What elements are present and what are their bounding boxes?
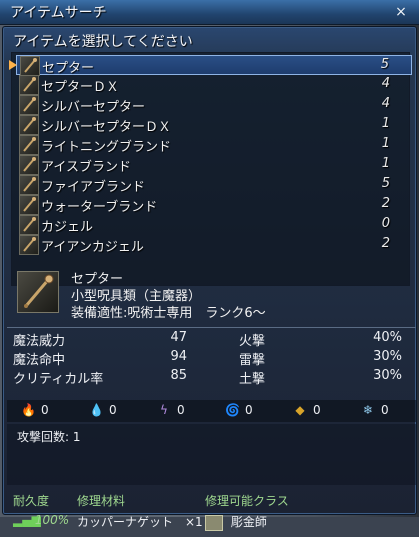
durability-percent: 100%: [34, 513, 70, 527]
item-name: カジェル: [41, 220, 94, 235]
durability-value: ▂▄▆ 100%: [13, 513, 69, 527]
weapon-icon: [19, 115, 39, 135]
divider: [7, 327, 416, 328]
window-titlebar[interactable]: アイテムサーチ ×: [0, 0, 419, 25]
class-name: 彫金師: [230, 515, 267, 529]
class-header: 修理可能クラス: [205, 494, 289, 508]
list-item[interactable]: アイスブランド 1: [16, 155, 412, 175]
weapon-icon: [19, 215, 39, 235]
resistance-value: 0: [177, 403, 185, 417]
item-quantity: 2: [381, 236, 390, 251]
fire-icon: 🔥: [21, 403, 36, 417]
stat-value: 30%: [373, 349, 402, 364]
stat-label: 魔法命中: [13, 353, 66, 368]
list-item[interactable]: アイアンカジェル 2: [16, 235, 412, 255]
resistance-item: 🌀 0: [225, 403, 253, 417]
list-item[interactable]: セプター 5: [9, 55, 412, 76]
stat-value: 30%: [373, 368, 402, 383]
list-item[interactable]: シルバーセプターＤＸ 1: [16, 115, 412, 135]
item-name: ウォーターブランド: [41, 200, 158, 215]
resistance-item: 💧 0: [89, 403, 117, 417]
resistance-item: ϟ0: [157, 403, 185, 417]
item-name: ライトニングブランド: [41, 140, 172, 155]
weapon-icon: [19, 175, 39, 195]
weapon-icon: [20, 56, 40, 76]
item-quantity: 5: [380, 57, 389, 72]
ice-icon: ❄: [362, 403, 374, 417]
signal-bars-icon: ▂▄▆: [13, 513, 41, 527]
material-value: カッパーナゲット ×1: [77, 515, 203, 529]
item-quantity: 5: [381, 176, 390, 191]
attack-count: 攻撃回数: 1: [17, 430, 81, 444]
durability-header: 耐久度: [13, 494, 50, 508]
material-header: 修理材料: [77, 494, 126, 508]
list-item[interactable]: セプターＤＸ 4: [16, 75, 412, 95]
list-item[interactable]: ウォーターブランド 2: [16, 195, 412, 215]
resistance-value: 0: [41, 403, 49, 417]
item-name: ファイアブランド: [41, 180, 146, 195]
item-quantity: 2: [381, 196, 390, 211]
item-quantity: 4: [381, 76, 390, 91]
weapon-icon: [19, 95, 39, 115]
resistance-item: ◆ 0: [293, 403, 321, 417]
list-item[interactable]: カジェル 0: [16, 215, 412, 235]
item-name: セプター: [42, 61, 95, 76]
earth-icon: ◆: [295, 403, 305, 417]
stat-label: 火撃: [239, 334, 266, 349]
list-item[interactable]: シルバーセプター 4: [16, 95, 412, 115]
stat-value: 85: [170, 368, 187, 383]
item-name: セプターＤＸ: [41, 80, 120, 95]
stat-label: 魔法威力: [13, 334, 66, 349]
close-icon[interactable]: ×: [391, 2, 411, 22]
resistance-item: 🔥 0: [21, 403, 49, 417]
weapon-icon: [19, 195, 39, 215]
item-quantity: 1: [381, 156, 390, 171]
item-detail: セプター 小型呪具類（主魔器） 装備適性:呪術士専用 ランク6～: [11, 268, 408, 323]
resistance-value: 0: [313, 403, 321, 417]
item-quantity: 0: [381, 216, 390, 231]
stat-label: 土撃: [239, 372, 266, 387]
item-name: シルバーセプター: [41, 100, 146, 115]
item-name: シルバーセプターＤＸ: [41, 120, 172, 135]
item-search-window: アイテムを選択してください セプター 5 セプターＤＸ 4 シルバーセプター 4 シルバーセ…: [2, 26, 417, 531]
detail-item-equip: 装備適性:呪術士専用 ランク6～: [71, 306, 266, 321]
class-value: 彫金師: [205, 513, 267, 531]
stat-label: 雷撃: [239, 353, 266, 368]
item-name: アイスブランド: [41, 160, 131, 175]
item-quantity: 1: [381, 116, 390, 131]
lightning-icon: ϟ: [160, 403, 168, 417]
scepter-icon: [17, 271, 59, 313]
resistance-bar: 🔥 0 💧 0 ϟ 0 🌀 0 ◆ 0 ❄ 0: [7, 400, 416, 422]
weapon-icon: [19, 155, 39, 175]
stat-value: 94: [170, 349, 187, 364]
item-quantity: 4: [381, 96, 390, 111]
weapon-icon: [19, 135, 39, 155]
select-prompt: アイテムを選択してください: [13, 34, 193, 50]
wind-icon: 🌀: [225, 403, 240, 417]
list-item[interactable]: ファイアブランド 5: [16, 175, 412, 195]
resistance-item: ❄ 0: [361, 403, 389, 417]
window-title: アイテムサーチ: [10, 5, 107, 21]
item-list: セプター 5 セプターＤＸ 4 シルバーセプター 4 シルバーセプターＤＸ 1 ライトニングブラ…: [9, 52, 412, 286]
item-quantity: 1: [381, 136, 390, 151]
resistance-value: 0: [381, 403, 389, 417]
stats-panel: 魔法威力 47 魔法命中 94 クリティカル率 85 火撃 40% 雷撃 30%…: [7, 327, 416, 389]
list-item[interactable]: ライトニングブランド 1: [16, 135, 412, 155]
stat-value: 47: [170, 330, 187, 345]
weapon-icon: [19, 235, 39, 255]
stat-label: クリティカル率: [13, 372, 104, 387]
stat-value: 40%: [373, 330, 402, 345]
resistance-value: 0: [245, 403, 253, 417]
selection-cursor-icon: [9, 60, 17, 70]
water-icon: 💧: [89, 403, 104, 417]
item-name: アイアンカジェル: [41, 240, 144, 255]
resistance-value: 0: [109, 403, 117, 417]
attack-panel: 攻撃回数: 1: [7, 424, 416, 485]
repair-panel: 耐久度 修理材料 修理可能クラス ▂▄▆ 100% カッパーナゲット ×1 彫金…: [7, 489, 416, 537]
weapon-icon: [19, 75, 39, 95]
